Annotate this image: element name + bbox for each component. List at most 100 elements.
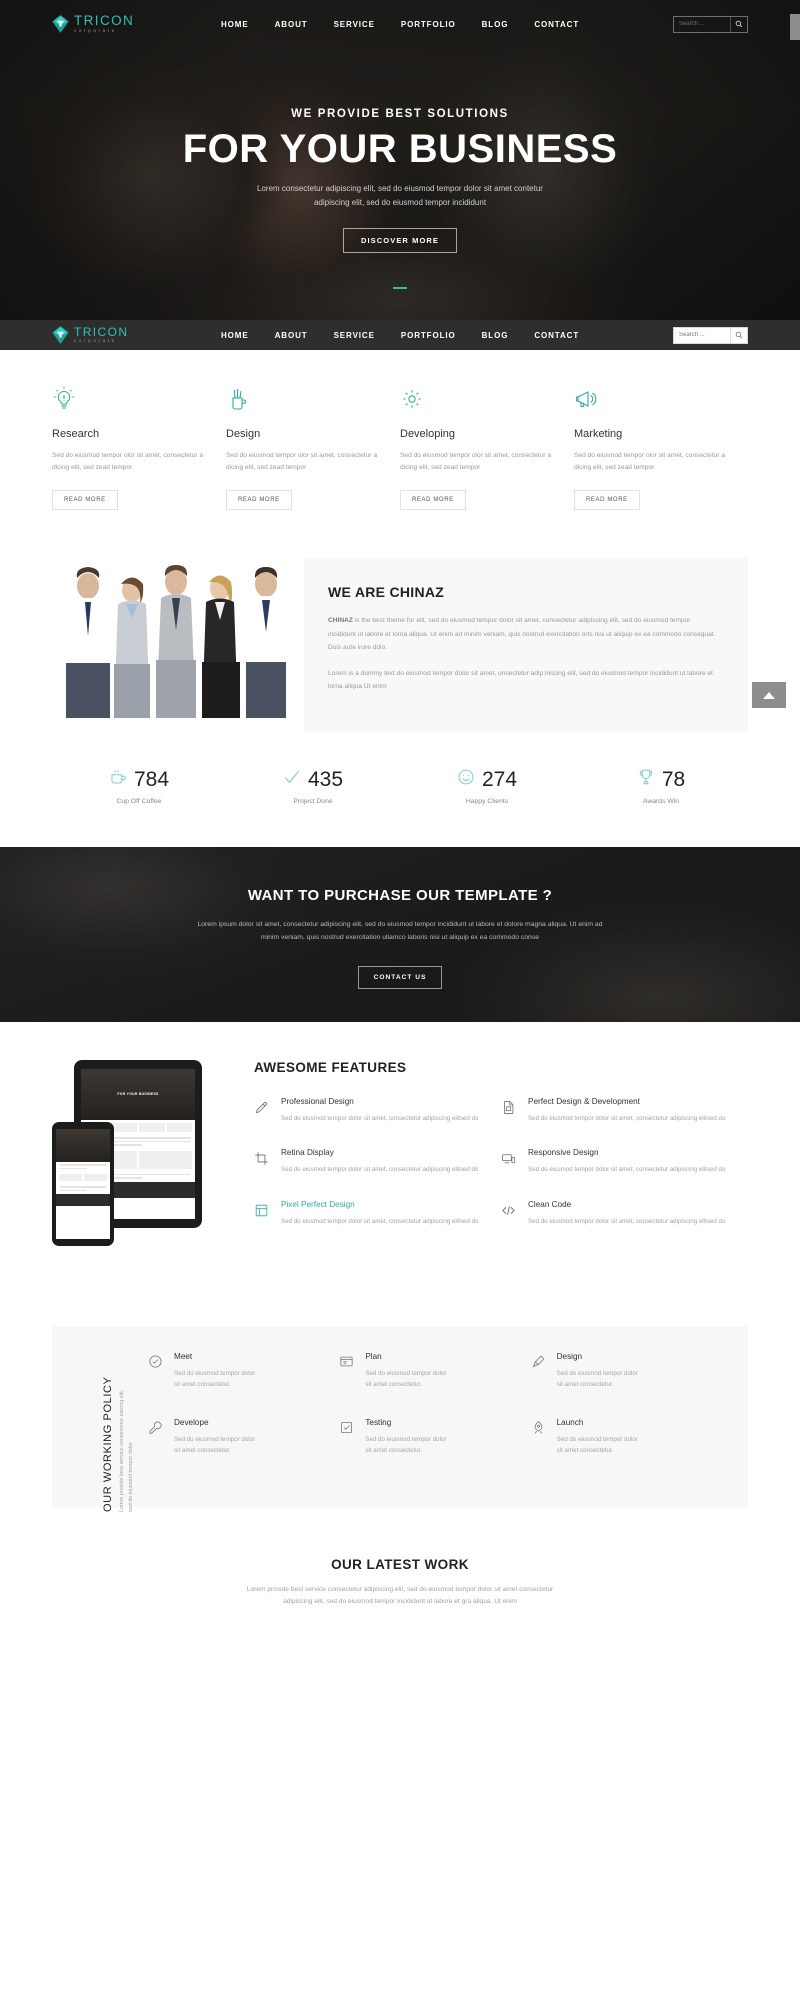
brush-icon: [531, 1352, 547, 1390]
mockup-caption: FOR YOUR BUSINESS: [117, 1092, 159, 1097]
service-title: Research: [52, 428, 100, 440]
coffee-cup-icon: [109, 768, 127, 791]
search-icon: [735, 331, 743, 339]
nav-item-contact[interactable]: CONTACT: [521, 20, 592, 29]
service-desc: Sed do eiusmod tempor olor sit amet, con…: [52, 452, 203, 472]
team-photo: [52, 558, 304, 729]
pencil-icon: [254, 1097, 270, 1124]
feature-title: Professional Design: [281, 1096, 354, 1106]
policy-subtitle-line1: Lorem provide best service consectetur a…: [119, 1389, 125, 1512]
sticky-nav-item-portfolio[interactable]: PORTFOLIO: [388, 331, 469, 340]
service-desc: Sed do eiusmod tempor olor sit amet, con…: [574, 452, 725, 472]
service-read-more-button[interactable]: READ MORE: [574, 490, 640, 511]
sticky-nav-item-contact[interactable]: CONTACT: [521, 331, 592, 340]
landing-page: TRICON corporate HOME ABOUT SERVICE PORT…: [0, 0, 800, 1639]
rocket-icon: [531, 1418, 547, 1456]
search-input[interactable]: [674, 21, 730, 27]
sticky-nav-item-home[interactable]: HOME: [208, 331, 262, 340]
policy-item-desc-line2: sit amet consectetur.: [365, 1447, 423, 1455]
hero-slider-indicator[interactable]: [0, 276, 800, 294]
policy-item-desc-line1: Sed do eiusmod tempor dolor: [365, 1436, 447, 1444]
cta-banner: WANT TO PURCHASE OUR TEMPLATE ? Lorem ip…: [0, 846, 800, 1022]
scroll-to-top-button[interactable]: [752, 682, 786, 708]
policy-item-title: Develope: [174, 1418, 209, 1428]
policy-item-title: Design: [556, 1351, 583, 1361]
policy-item-desc-line1: Sed do eiusmod tempor dolor: [174, 1369, 256, 1377]
about-title: WE ARE CHINAZ: [328, 584, 445, 601]
sticky-logo-title: TRICON: [74, 325, 129, 340]
discover-more-button[interactable]: DISCOVER MORE: [342, 228, 458, 253]
cta-desc-line2: minim veniam, quis nostrud exercitation …: [260, 934, 540, 942]
service-desc: Sed do eiusmod tempor olor sit amet, con…: [400, 452, 551, 472]
nav-item-portfolio[interactable]: PORTFOLIO: [388, 20, 469, 29]
logo[interactable]: TRICON corporate: [52, 14, 162, 33]
feature-title: Clean Code: [528, 1199, 572, 1209]
counter-awards-win: 78 Awards Win: [574, 768, 748, 805]
cta-desc-line1: Lorem ipsum dolor sit amet, consectetur …: [197, 920, 603, 928]
service-card-developing: Developing Sed do eiusmod tempor olor si…: [400, 386, 574, 511]
feature-retina-display: Retina Display Sed do eiusmod tempor dol…: [254, 1148, 501, 1175]
policy-item-launch: Launch Sed do eiusmod tempor dolor sit a…: [531, 1418, 722, 1456]
service-card-research: Research Sed do eiusmod tempor olor sit …: [52, 386, 226, 511]
devices-icon: [501, 1148, 517, 1175]
policy-item-design: Design Sed do eiusmod tempor dolor sit a…: [531, 1352, 722, 1390]
trophy-icon: [637, 768, 655, 791]
counter-label: Project Done: [293, 797, 333, 805]
nav-item-blog[interactable]: BLOG: [469, 20, 522, 29]
policy-item-desc-line1: Sed do eiusmod tempor dolor: [174, 1436, 256, 1444]
sticky-search-button[interactable]: [730, 327, 747, 343]
feature-title: Perfect Design & Development: [528, 1096, 640, 1106]
policy-item-develope: Develope Sed do eiusmod tempor dolor sit…: [148, 1418, 339, 1456]
feature-clean-code: Clean Code Sed do eiusmod tempor dolor s…: [501, 1200, 748, 1227]
about-text-block: WE ARE CHINAZ CHINAZ is the best theme f…: [304, 558, 748, 732]
search-box[interactable]: [673, 15, 748, 33]
sticky-search-input[interactable]: [674, 332, 730, 338]
counter-label: Cup Off Coffee: [116, 797, 162, 805]
search-button[interactable]: [730, 16, 747, 32]
policy-item-desc-line1: Sed do eiusmod tempor dolor: [365, 1369, 447, 1377]
service-read-more-button[interactable]: READ MORE: [226, 490, 292, 511]
policy-vertical-heading: OUR WORKING POLICY Lorem provide best se…: [78, 1352, 148, 1511]
gear-icon: [400, 386, 552, 412]
policy-item-title: Meet: [174, 1351, 193, 1361]
hero-desc-line2: adipiscing elit, sed do eiusmod tempor i…: [313, 198, 487, 207]
sticky-nav-item-blog[interactable]: BLOG: [469, 331, 522, 340]
service-desc: Sed do eiusmod tempor olor sit amet, con…: [226, 452, 377, 472]
sticky-nav-menu: HOME ABOUT SERVICE PORTFOLIO BLOG CONTAC…: [208, 331, 592, 340]
about-lead: CHINAZ: [328, 617, 353, 625]
nav-item-service[interactable]: SERVICE: [321, 20, 388, 29]
feature-desc: Sed do eiusmod tempor dolor sit amet, co…: [528, 1217, 726, 1225]
sticky-nav-item-service[interactable]: SERVICE: [321, 331, 388, 340]
latest-work-title: OUR LATEST WORK: [331, 1556, 469, 1572]
hero-kicker: WE PROVIDE BEST SOLUTIONS: [291, 108, 509, 120]
hero-title: FOR YOUR BUSINESS: [182, 127, 618, 171]
counter-project-done: 435 Project Done: [226, 768, 400, 805]
hero-section: TRICON corporate HOME ABOUT SERVICE PORT…: [0, 0, 800, 320]
service-title: Developing: [400, 428, 456, 440]
nav-item-home[interactable]: HOME: [208, 20, 262, 29]
counter-happy-clients: 274 Happy Clients: [400, 768, 574, 805]
crop-icon: [254, 1148, 270, 1175]
sticky-nav-item-about[interactable]: ABOUT: [262, 331, 321, 340]
latest-work-desc-line1: Lorem provide best service consectetur a…: [246, 1585, 554, 1593]
feature-title: Retina Display: [281, 1148, 334, 1158]
sticky-logo[interactable]: TRICON corporate: [52, 326, 162, 344]
contact-us-button[interactable]: CONTACT US: [357, 966, 443, 990]
search-icon: [735, 20, 743, 28]
about-section: WE ARE CHINAZ CHINAZ is the best theme f…: [0, 550, 800, 732]
lightbulb-icon: [52, 386, 204, 412]
diamond-logo-icon: [52, 326, 69, 344]
service-read-more-button[interactable]: READ MORE: [400, 490, 466, 511]
nav-item-about[interactable]: ABOUT: [262, 20, 321, 29]
sticky-search-box[interactable]: [673, 326, 748, 344]
megaphone-icon: [574, 386, 726, 412]
diamond-logo-icon: [52, 15, 69, 33]
policy-item-testing: Testing Sed do eiusmod tempor dolor sit …: [339, 1418, 530, 1456]
document-icon: [501, 1097, 517, 1124]
about-paragraph-1: is the best theme for elit, sed do eiusm…: [328, 617, 716, 652]
logo-tagline: corporate: [74, 27, 117, 33]
scroll-to-top-button-2[interactable]: [790, 14, 800, 40]
logo-title: TRICON: [74, 13, 135, 29]
service-read-more-button[interactable]: READ MORE: [52, 490, 118, 511]
working-policy-section: OUR WORKING POLICY Lorem provide best se…: [52, 14, 800, 1512]
